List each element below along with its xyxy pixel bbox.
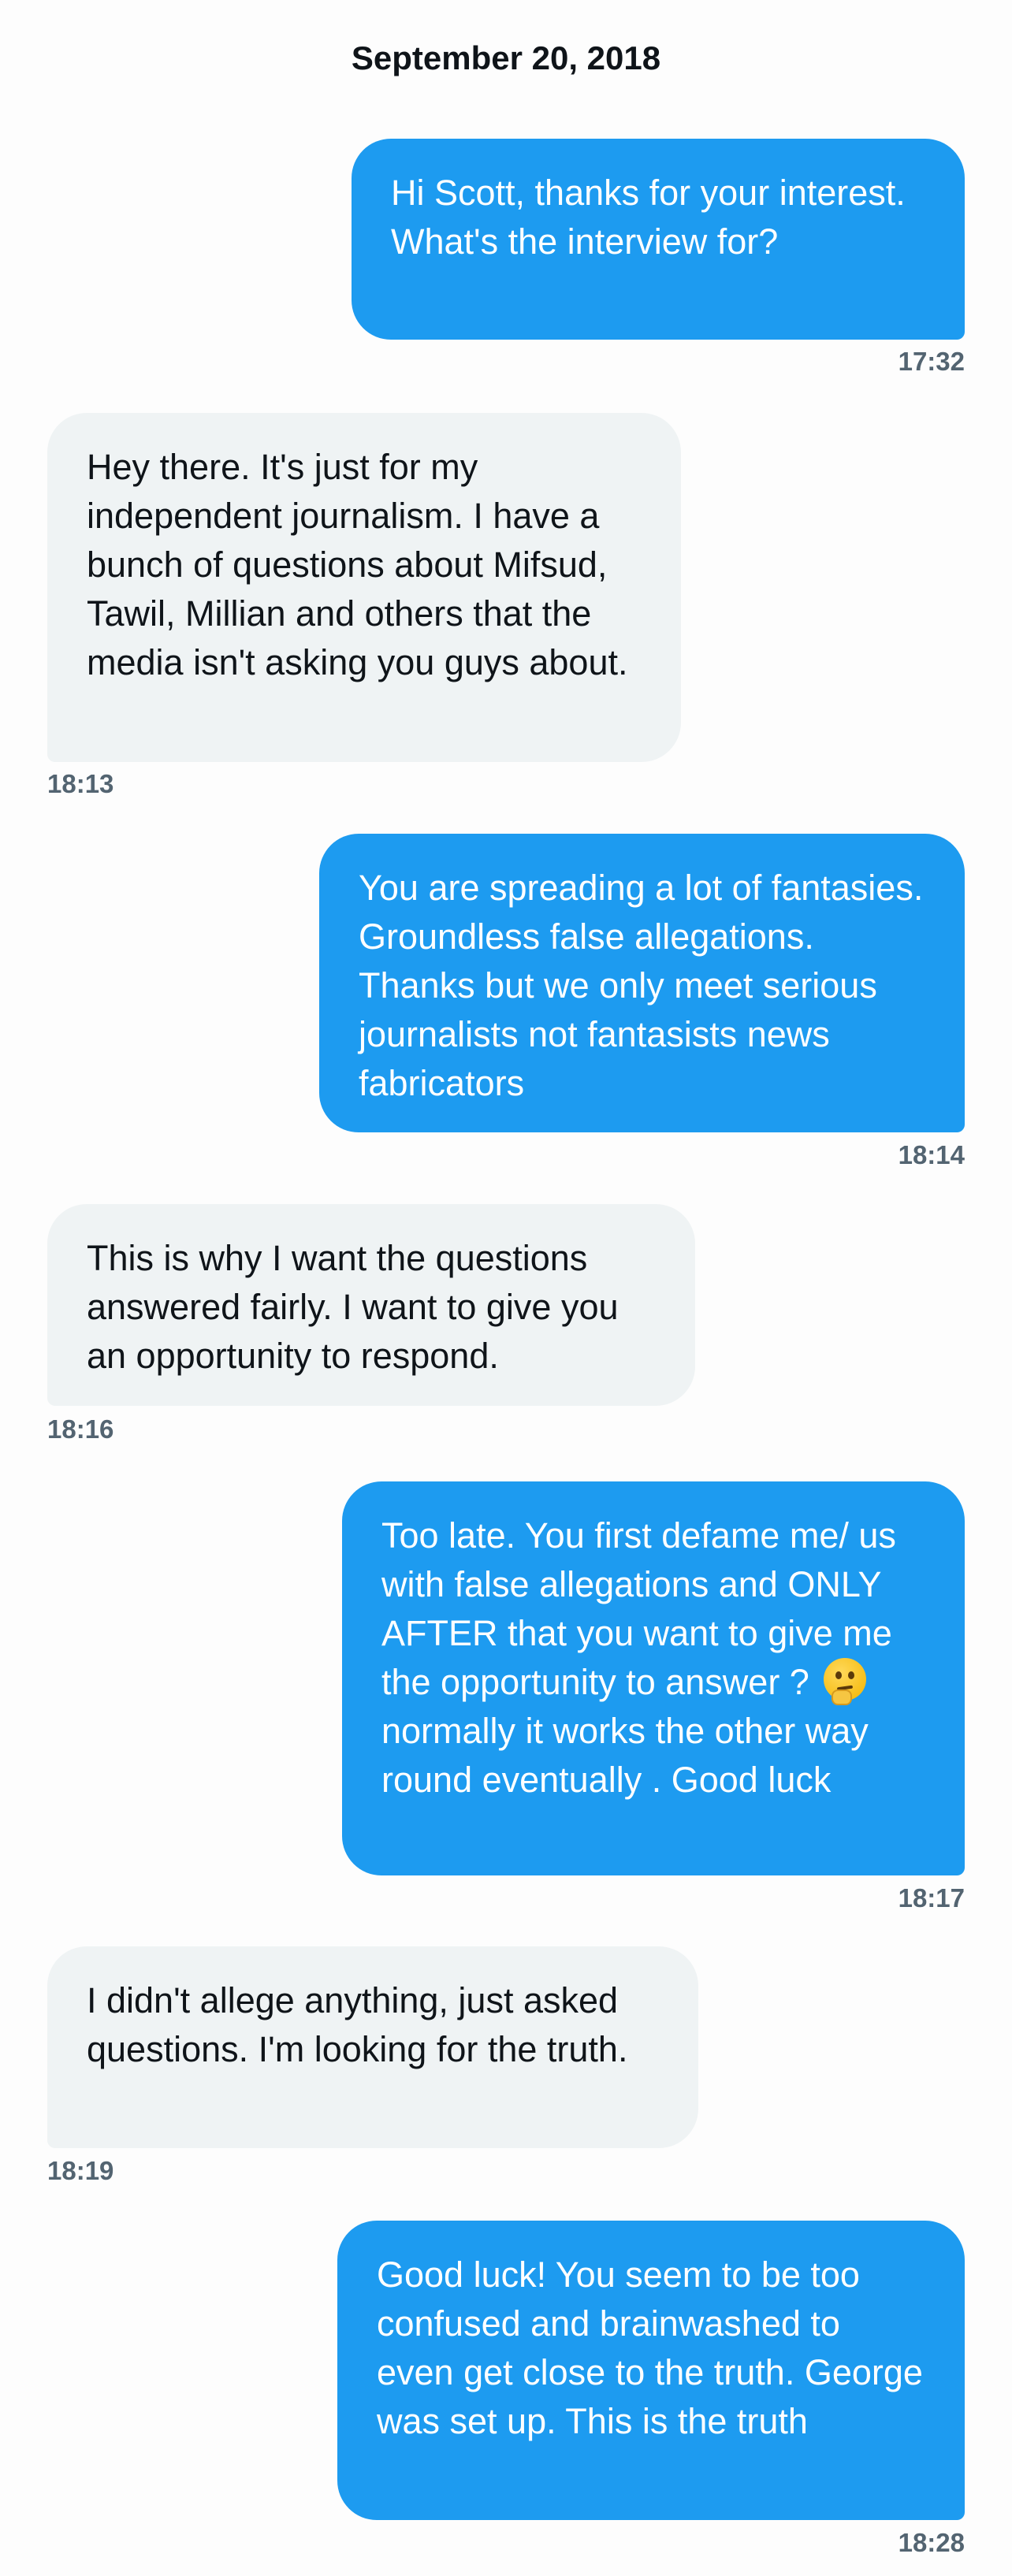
message-text: This is why I want the questions answere… (87, 1238, 619, 1376)
message-bubble-received[interactable]: This is why I want the questions answere… (47, 1204, 695, 1406)
message-timestamp: 18:28 (898, 2528, 965, 2557)
message-text: normally it works the other way round ev… (381, 1711, 869, 1800)
message-timestamp: 18:14 (898, 1140, 965, 1169)
message-bubble-received[interactable]: Hey there. It's just for my independent … (47, 413, 681, 762)
message-text: You are spreading a lot of fantasies. Gr… (359, 868, 924, 1103)
thinking-face-icon (824, 1658, 867, 1705)
date-header: September 20, 2018 (351, 39, 661, 76)
message-text: Hi Scott, thanks for your interest. What… (391, 173, 906, 262)
message-bubble-sent[interactable]: You are spreading a lot of fantasies. Gr… (319, 834, 965, 1132)
message-text: Too late. You first defame me/ us with f… (381, 1515, 896, 1702)
message-bubble-sent[interactable]: Too late. You first defame me/ us with f… (342, 1481, 965, 1875)
message-timestamp: 18:17 (898, 1883, 965, 1912)
message-text: Good luck! You seem to be too confused a… (377, 2254, 923, 2441)
message-bubble-sent[interactable]: Good luck! You seem to be too confused a… (337, 2221, 965, 2520)
message-timestamp: 18:13 (47, 769, 114, 798)
message-bubble-received[interactable]: I didn't allege anything, just asked que… (47, 1946, 698, 2148)
message-text: Hey there. It's just for my independent … (87, 447, 628, 682)
message-timestamp: 17:32 (898, 347, 965, 376)
message-timestamp: 18:19 (47, 2156, 114, 2185)
message-timestamp: 18:16 (47, 1414, 114, 1444)
message-bubble-sent[interactable]: Hi Scott, thanks for your interest. What… (352, 139, 965, 340)
message-text: I didn't allege anything, just asked que… (87, 1980, 628, 2069)
